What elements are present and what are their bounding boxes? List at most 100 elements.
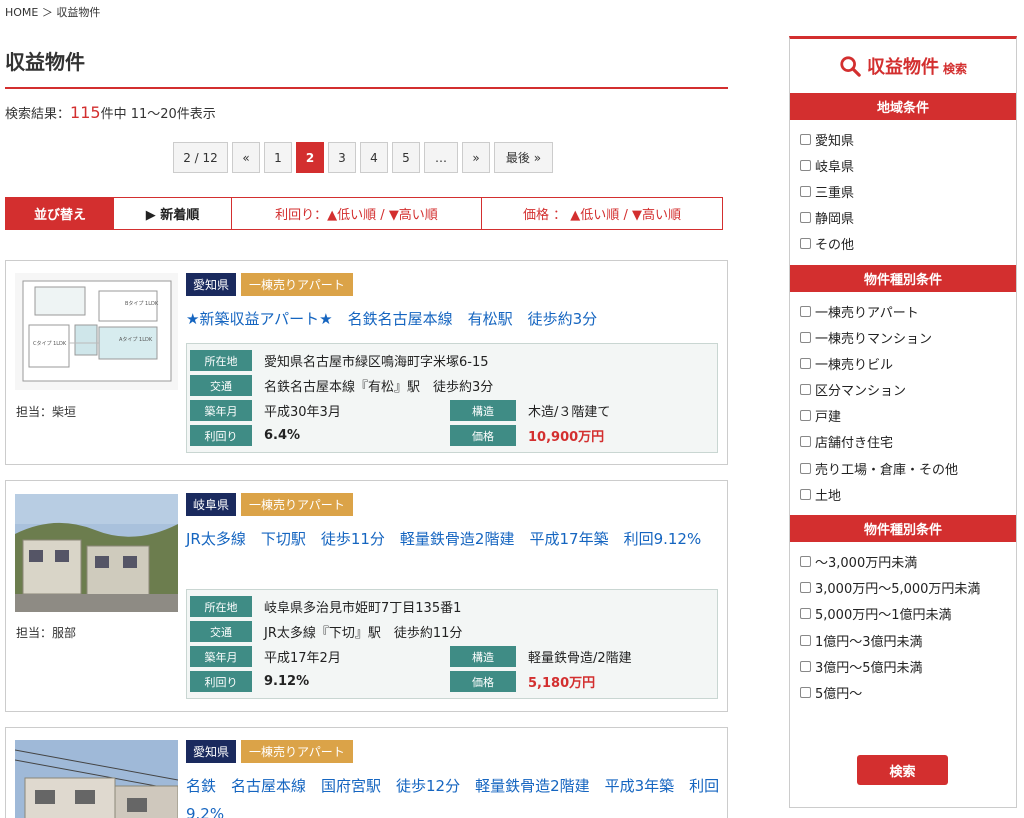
- property-type-badge: 一棟売りアパート: [241, 740, 353, 763]
- svg-text:Bタイプ 1LDK: Bタイプ 1LDK: [125, 300, 159, 307]
- listing-card[interactable]: 愛知県 一棟売りアパート 名鉄 名古屋本線 国府宮駅 徒歩12分 軽量鉄骨造2階…: [5, 727, 728, 818]
- checkbox[interactable]: [800, 556, 811, 568]
- spec-label: 交通: [190, 621, 252, 642]
- region-section-title: 地域条件: [790, 93, 1016, 120]
- checkbox[interactable]: [800, 159, 811, 171]
- price-option[interactable]: 3,000万円～5,000万円未満: [800, 575, 1016, 601]
- checkbox[interactable]: [800, 357, 811, 369]
- spec-row: 交通 JR太多線『下切』駅 徒歩約11分: [190, 619, 717, 644]
- page-4-button[interactable]: 4: [360, 142, 388, 173]
- checkbox[interactable]: [800, 462, 811, 474]
- type-option[interactable]: 戸建: [800, 403, 1016, 429]
- listing-card[interactable]: 担当：服部 岐阜県 一棟売りアパート JR太多線 下切駅 徒歩11分 軽量鉄骨造…: [5, 480, 728, 712]
- listing-title-link[interactable]: JR太多線 下切駅 徒歩11分 軽量鉄骨造2階建 平成17年築 利回9.12%: [186, 525, 721, 553]
- page-1-button[interactable]: 1: [264, 142, 292, 173]
- region-option[interactable]: 三重県: [800, 178, 1016, 204]
- spec-label: 所在地: [190, 350, 252, 371]
- pagination: 2 / 12 « 1 2 3 4 5 … » 最後 »: [173, 142, 553, 173]
- spec-price: 10,900万円: [528, 430, 605, 445]
- checkbox[interactable]: [800, 634, 811, 646]
- checkbox[interactable]: [800, 686, 811, 698]
- page-ellipsis: …: [424, 142, 458, 173]
- checkbox[interactable]: [800, 436, 811, 448]
- option-label: 区分マンション: [815, 384, 907, 400]
- option-label: ～3,000万円未満: [815, 556, 918, 572]
- region-option[interactable]: 岐阜県: [800, 152, 1016, 178]
- sort-price-button[interactable]: 価格 ： ▲低い順 / ▼高い順: [482, 198, 722, 229]
- prev-page-button[interactable]: «: [232, 142, 260, 173]
- option-label: 売り工場・倉庫・その他: [815, 462, 959, 478]
- spec-location: 愛知県名古屋市緑区鳴海町字米塚6-15: [264, 355, 489, 370]
- checkbox[interactable]: [800, 384, 811, 396]
- checkbox[interactable]: [800, 488, 811, 500]
- checkbox[interactable]: [800, 212, 811, 224]
- price-option[interactable]: ～3,000万円未満: [800, 548, 1016, 574]
- next-page-button[interactable]: »: [462, 142, 490, 173]
- option-label: 5,000万円～1億円未満: [815, 608, 952, 624]
- sort-yield-button[interactable]: 利回り：▲低い順 / ▼高い順: [232, 198, 482, 229]
- checkbox[interactable]: [800, 305, 811, 317]
- result-prefix: 検索結果：: [5, 107, 71, 122]
- price-option[interactable]: 5億円～: [800, 679, 1016, 705]
- type-option[interactable]: 店舗付き住宅: [800, 429, 1016, 455]
- option-label: 一棟売りビル: [815, 357, 894, 373]
- option-label: 一棟売りマンション: [815, 331, 933, 347]
- checkbox[interactable]: [800, 660, 811, 672]
- price-option[interactable]: 3億円～5億円未満: [800, 653, 1016, 679]
- price-option[interactable]: 5,000万円～1億円未満: [800, 601, 1016, 627]
- spec-row: 利回り 6.4% 価格 10,900万円: [190, 423, 717, 448]
- listing-title-link[interactable]: ★新築収益アパート★ 名鉄名古屋本線 有松駅 徒歩約3分: [186, 305, 721, 333]
- type-option[interactable]: 土地: [800, 481, 1016, 507]
- type-option[interactable]: 一棟売りマンション: [800, 324, 1016, 350]
- property-photo[interactable]: [15, 494, 178, 612]
- price-option[interactable]: 1億円～3億円未満: [800, 627, 1016, 653]
- spec-label: 価格: [450, 425, 516, 446]
- badge-group: 岐阜県 一棟売りアパート: [186, 493, 353, 516]
- badge-group: 愛知県 一棟売りアパート: [186, 273, 353, 296]
- spec-transit: 名鉄名古屋本線『有松』駅 徒歩約3分: [264, 380, 494, 395]
- region-option[interactable]: その他: [800, 231, 1016, 257]
- checkbox[interactable]: [800, 331, 811, 343]
- page-2-button[interactable]: 2: [296, 142, 324, 173]
- option-label: 静岡県: [815, 212, 855, 228]
- checkbox[interactable]: [800, 608, 811, 620]
- listing-card[interactable]: Bタイプ 1LDK Aタイプ 1LDK Cタイプ 1LDK 担当：柴垣 愛知県 …: [5, 260, 728, 465]
- floorplan-image[interactable]: Bタイプ 1LDK Aタイプ 1LDK Cタイプ 1LDK: [15, 273, 178, 390]
- page-5-button[interactable]: 5: [392, 142, 420, 173]
- staff-name: 担当：柴垣: [16, 405, 77, 419]
- spec-row: 所在地 岐阜県多治見市姫町7丁目135番1: [190, 594, 717, 619]
- listing-title-link[interactable]: 名鉄 名古屋本線 国府宮駅 徒歩12分 軽量鉄骨造2階建 平成3年築 利回9.2…: [186, 772, 721, 818]
- checkbox[interactable]: [800, 185, 811, 197]
- checkbox[interactable]: [800, 582, 811, 594]
- spec-row: 築年月 平成17年2月 構造 軽量鉄骨造/2階建: [190, 644, 717, 669]
- spec-row: 交通 名鉄名古屋本線『有松』駅 徒歩約3分: [190, 373, 717, 398]
- type-option[interactable]: 区分マンション: [800, 377, 1016, 403]
- type-option[interactable]: 一棟売りアパート: [800, 298, 1016, 324]
- sort-newest-button[interactable]: ▶ 新着順: [114, 198, 232, 229]
- type-option[interactable]: 一棟売りビル: [800, 350, 1016, 376]
- sort-label: 並び替え: [6, 198, 114, 229]
- spec-label: 価格: [450, 671, 516, 692]
- region-option[interactable]: 静岡県: [800, 205, 1016, 231]
- type-option[interactable]: 売り工場・倉庫・その他: [800, 455, 1016, 481]
- spec-structure: 木造/３階建て: [528, 405, 611, 420]
- checkbox[interactable]: [800, 410, 811, 422]
- option-label: 岐阜県: [815, 159, 855, 175]
- prefecture-badge: 愛知県: [186, 273, 237, 296]
- page-3-button[interactable]: 3: [328, 142, 356, 173]
- spec-row: 利回り 9.12% 価格 5,180万円: [190, 669, 717, 694]
- page-title: 収益物件: [5, 50, 85, 74]
- checkbox[interactable]: [800, 133, 811, 145]
- breadcrumb[interactable]: HOME ＞ 収益物件: [5, 4, 100, 20]
- region-option[interactable]: 愛知県: [800, 126, 1016, 152]
- spec-label: 利回り: [190, 425, 252, 446]
- sidebar-header: 収益物件 検索: [790, 39, 1016, 93]
- property-photo[interactable]: [15, 740, 178, 818]
- page-indicator: 2 / 12: [173, 142, 228, 173]
- last-page-button[interactable]: 最後 »: [494, 142, 553, 173]
- search-sidebar: 収益物件 検索 地域条件 愛知県 岐阜県 三重県 静岡県 その他 物件種別条件 一…: [789, 36, 1017, 808]
- badge-group: 愛知県 一棟売りアパート: [186, 740, 353, 763]
- price-section-title: 物件種別条件: [790, 515, 1016, 543]
- checkbox[interactable]: [800, 238, 811, 250]
- search-button[interactable]: 検索: [857, 755, 948, 785]
